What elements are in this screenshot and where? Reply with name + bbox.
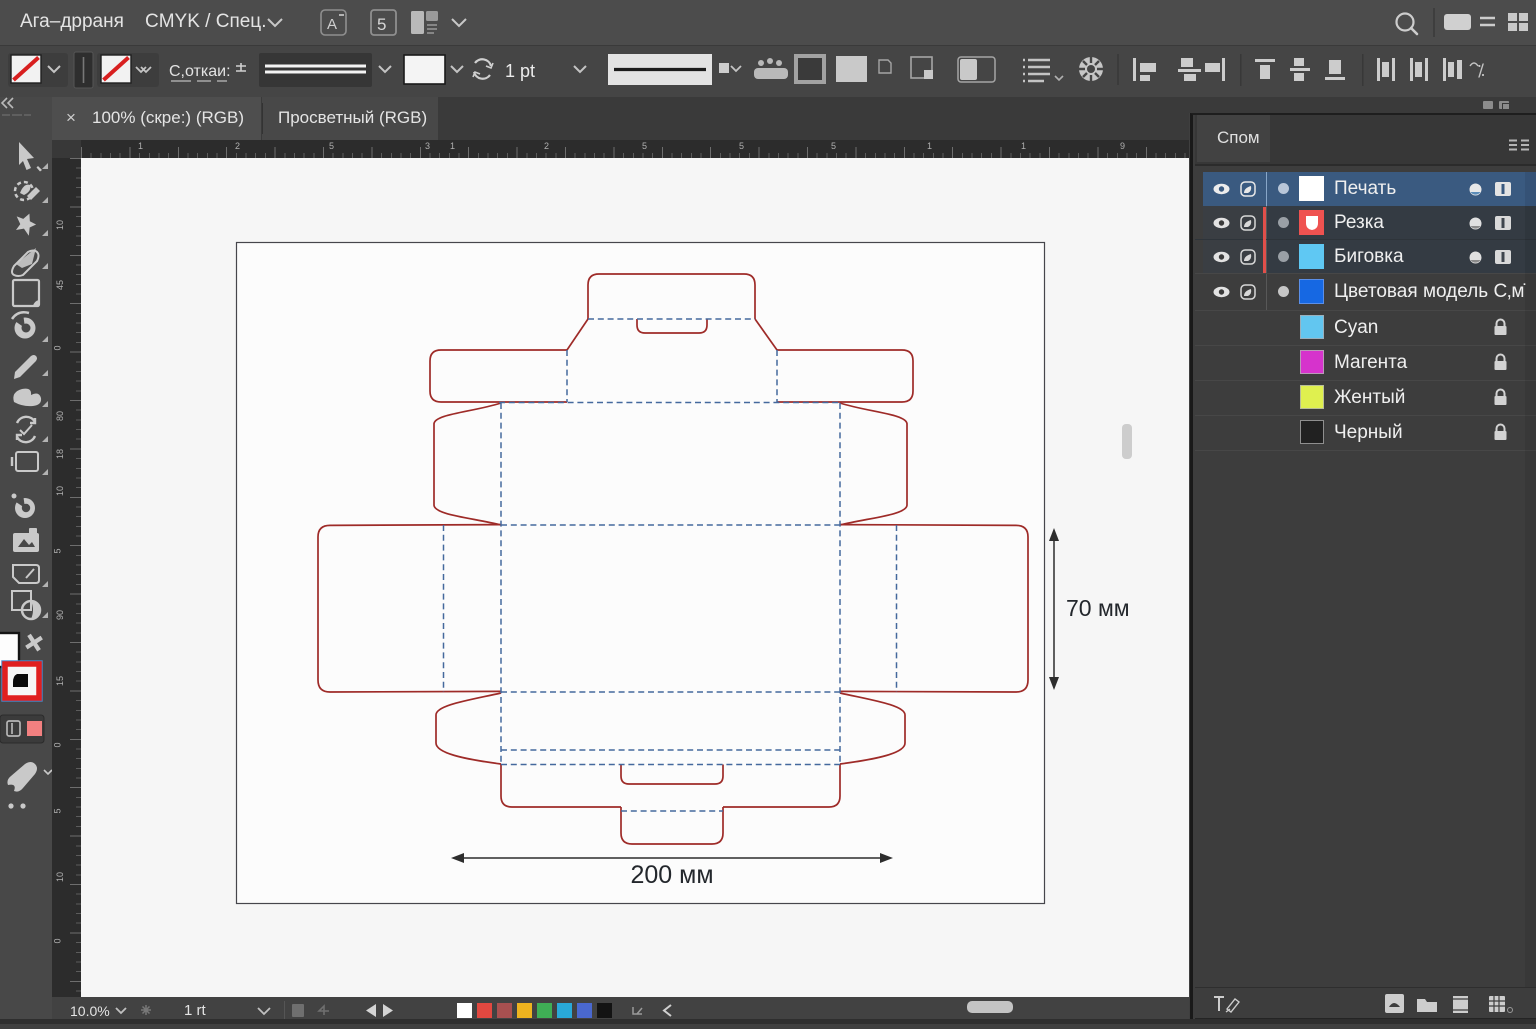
svg-text:200 мм: 200 мм — [630, 861, 713, 889]
svg-text:1 pt: 1 pt — [505, 61, 535, 81]
svg-text:С,откаи:: С,откаи: — [169, 63, 231, 80]
svg-text:A: A — [327, 16, 337, 33]
svg-text:70 мм: 70 мм — [1066, 595, 1130, 621]
svg-text:5: 5 — [377, 15, 386, 34]
svg-text:⁒: ⁒ — [1477, 61, 1485, 80]
